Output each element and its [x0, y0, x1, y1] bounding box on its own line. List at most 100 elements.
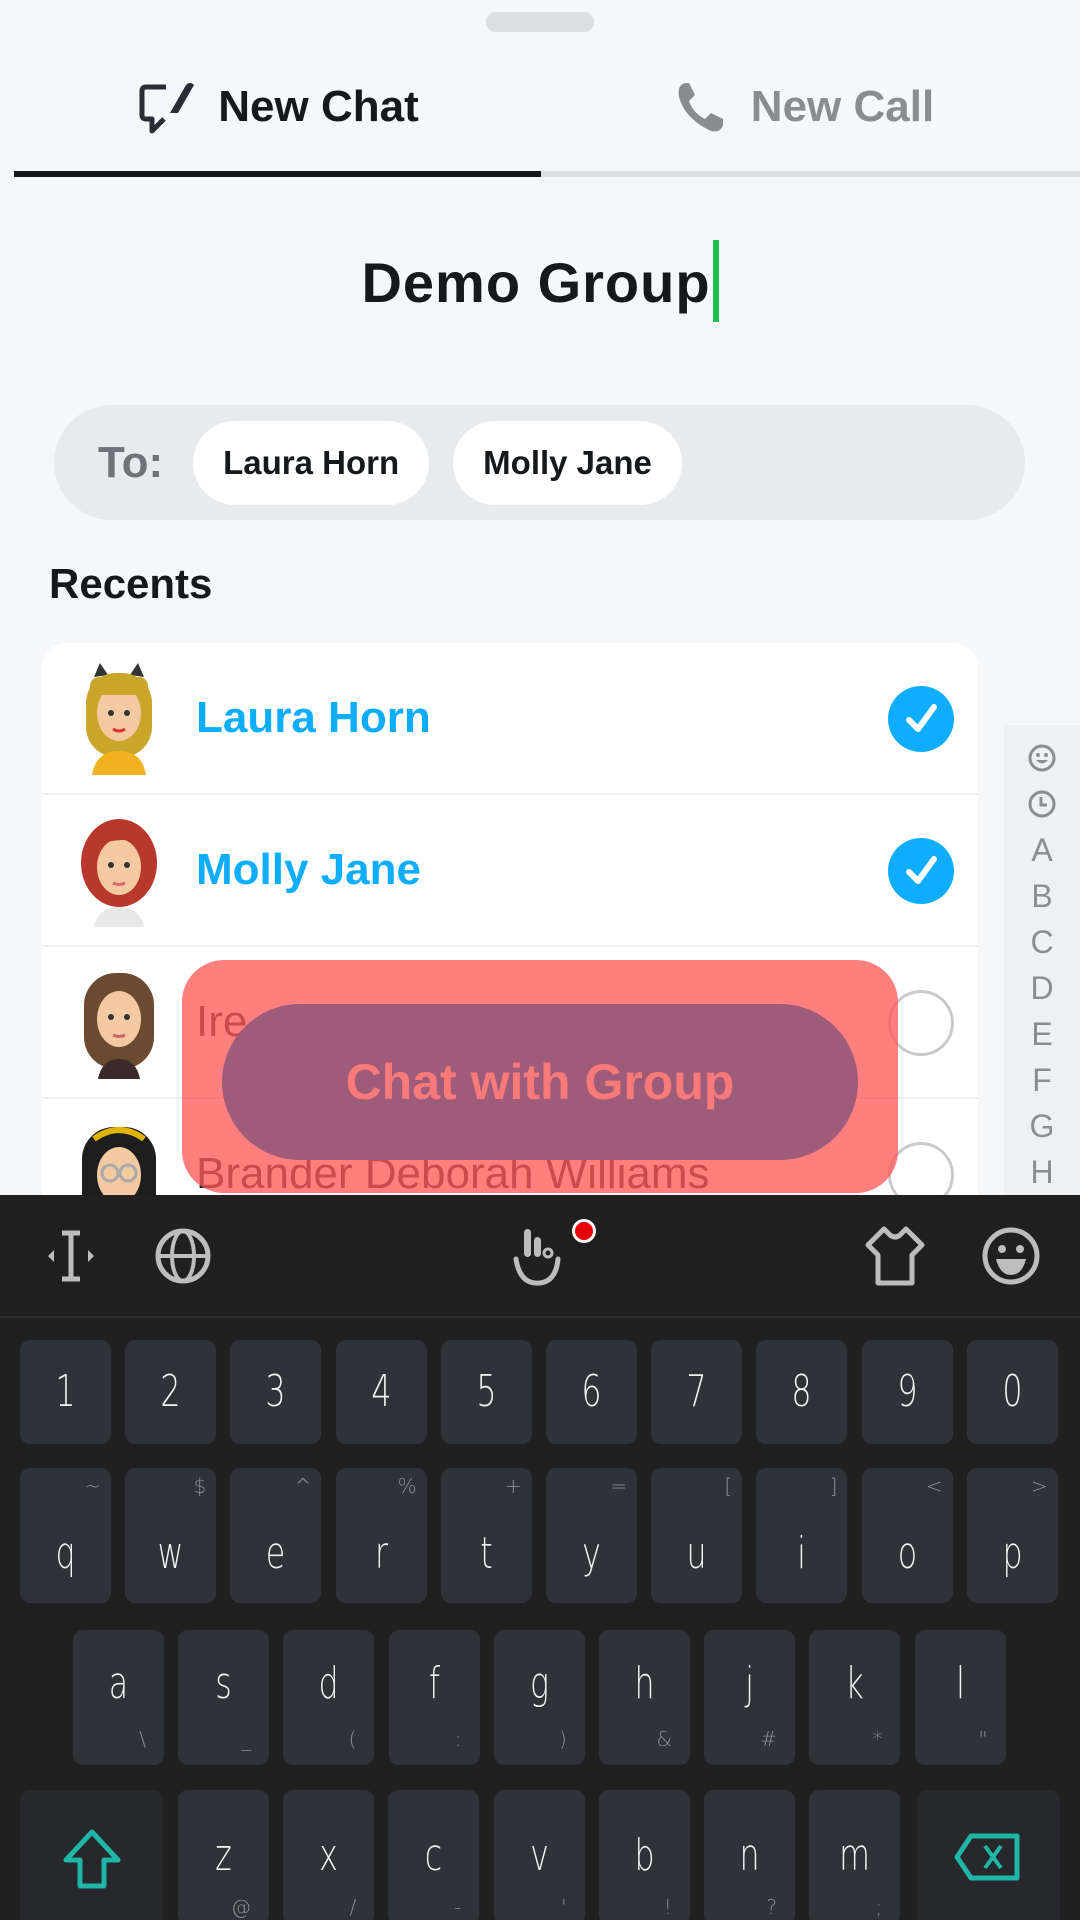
contact-name: Molly Jane	[196, 845, 421, 894]
cursor-icon[interactable]	[38, 1223, 104, 1289]
to-label: To:	[98, 437, 164, 487]
key-p[interactable]: p >	[966, 1468, 1058, 1603]
key-secondary-label: -	[454, 1895, 462, 1919]
key-label: 1	[55, 1366, 76, 1417]
key-d[interactable]: d(	[283, 1630, 375, 1765]
key-i[interactable]: i]	[756, 1468, 848, 1603]
index-clock-icon[interactable]	[1027, 781, 1057, 827]
key-o[interactable]: o <	[861, 1468, 953, 1603]
recipients-field[interactable]: To: Laura Horn Molly Jane	[54, 405, 1025, 520]
backspace-key[interactable]	[917, 1790, 1060, 1920]
key-4[interactable]: 4	[335, 1340, 427, 1444]
alphabet-index-scrubber[interactable]: A B C D E F G H	[1004, 725, 1080, 1195]
key-secondary-label: #	[760, 1727, 778, 1751]
shift-key[interactable]	[20, 1790, 163, 1920]
text-cursor	[712, 240, 719, 323]
key-q[interactable]: q ~	[20, 1468, 111, 1603]
key-label: r	[374, 1528, 388, 1579]
key-secondary-label: <	[925, 1474, 943, 1498]
key-0[interactable]: 0	[966, 1340, 1058, 1444]
contact-row[interactable]: Molly Jane	[42, 795, 978, 947]
key-r[interactable]: r%	[335, 1468, 427, 1603]
tab-new-chat[interactable]: New Chat	[14, 40, 541, 173]
gesture-icon[interactable]	[506, 1223, 572, 1289]
key-1[interactable]: 1	[20, 1340, 111, 1444]
key-m[interactable]: m;	[809, 1790, 901, 1920]
sheet-drag-handle[interactable]	[486, 12, 594, 32]
selected-checkbox[interactable]	[888, 838, 954, 904]
key-label: b	[634, 1830, 655, 1881]
key-secondary-label: "	[978, 1727, 988, 1751]
key-b[interactable]: b!	[598, 1790, 690, 1920]
index-letter[interactable]: D	[1030, 965, 1053, 1011]
key-v[interactable]: v '	[493, 1790, 585, 1920]
recipient-chip[interactable]: Molly Jane	[453, 420, 682, 505]
index-letter[interactable]: F	[1032, 1057, 1052, 1103]
key-7[interactable]: 7	[651, 1340, 743, 1444]
key-e[interactable]: e ^	[230, 1468, 322, 1603]
key-g[interactable]: g)	[493, 1630, 585, 1765]
key-y[interactable]: y =	[546, 1468, 637, 1603]
phone-icon	[678, 82, 723, 131]
key-secondary-label: ]	[829, 1474, 838, 1498]
tab-new-chat-label: New Chat	[218, 81, 419, 131]
key-label: 8	[791, 1366, 812, 1417]
index-letter[interactable]: H	[1030, 1149, 1053, 1195]
key-label: c	[425, 1830, 443, 1881]
index-letter[interactable]: B	[1031, 873, 1052, 919]
key-h[interactable]: h &	[599, 1630, 690, 1765]
key-label: a	[108, 1658, 129, 1709]
key-label: n	[739, 1830, 760, 1881]
key-k[interactable]: k *	[809, 1630, 901, 1765]
contact-row[interactable]: Laura Horn	[42, 643, 978, 795]
key-f[interactable]: f:	[388, 1630, 480, 1765]
group-name-input[interactable]: Demo Group	[0, 240, 1080, 323]
key-l[interactable]: l "	[914, 1630, 1006, 1765]
key-c[interactable]: c-	[388, 1790, 480, 1920]
index-smiley-icon[interactable]	[1027, 735, 1057, 781]
key-label: f	[428, 1658, 440, 1709]
avatar	[81, 819, 157, 927]
key-label: 6	[581, 1366, 602, 1417]
selected-checkbox[interactable]	[888, 686, 954, 752]
key-secondary-label: ;	[875, 1895, 883, 1919]
key-secondary-label: !	[663, 1895, 672, 1919]
key-9[interactable]: 9	[861, 1340, 953, 1444]
key-label: t	[480, 1528, 493, 1579]
key-label: 7	[686, 1366, 707, 1417]
index-letter[interactable]: A	[1031, 827, 1052, 873]
index-letter[interactable]: C	[1030, 919, 1053, 965]
avatar	[82, 1127, 156, 1203]
chat-with-group-button[interactable]: Chat with Group	[222, 1004, 858, 1160]
key-secondary-label: )	[558, 1727, 567, 1751]
key-t[interactable]: t +	[440, 1468, 532, 1603]
tab-new-call[interactable]: New Call	[541, 40, 1066, 173]
index-letter[interactable]: E	[1031, 1011, 1052, 1057]
index-letter[interactable]: G	[1030, 1103, 1055, 1149]
key-5[interactable]: 5	[440, 1340, 532, 1444]
key-label: v	[529, 1830, 549, 1881]
key-3[interactable]: 3	[230, 1340, 322, 1444]
key-8[interactable]: 8	[756, 1340, 848, 1444]
recipient-chip[interactable]: Laura Horn	[193, 420, 430, 505]
key-secondary-label: &	[656, 1727, 672, 1751]
theme-shirt-icon[interactable]	[862, 1223, 928, 1289]
key-label: s	[215, 1658, 232, 1709]
key-label: 4	[371, 1366, 392, 1417]
key-x[interactable]: x /	[283, 1790, 375, 1920]
key-label: m	[839, 1830, 871, 1881]
key-u[interactable]: u[	[651, 1468, 743, 1603]
key-6[interactable]: 6	[546, 1340, 637, 1444]
key-n[interactable]: n?	[704, 1790, 795, 1920]
key-j[interactable]: j #	[704, 1630, 796, 1765]
key-z[interactable]: z @	[178, 1790, 269, 1920]
key-2[interactable]: 2	[125, 1340, 217, 1444]
key-secondary-label: ~	[84, 1474, 101, 1498]
key-w[interactable]: w $	[125, 1468, 217, 1603]
globe-icon[interactable]	[150, 1223, 216, 1289]
key-a[interactable]: a \	[73, 1630, 164, 1765]
key-s[interactable]: s _	[178, 1630, 270, 1765]
key-secondary-label: +	[505, 1474, 522, 1498]
key-secondary-label: $	[193, 1474, 207, 1498]
emoji-icon[interactable]	[978, 1223, 1044, 1289]
